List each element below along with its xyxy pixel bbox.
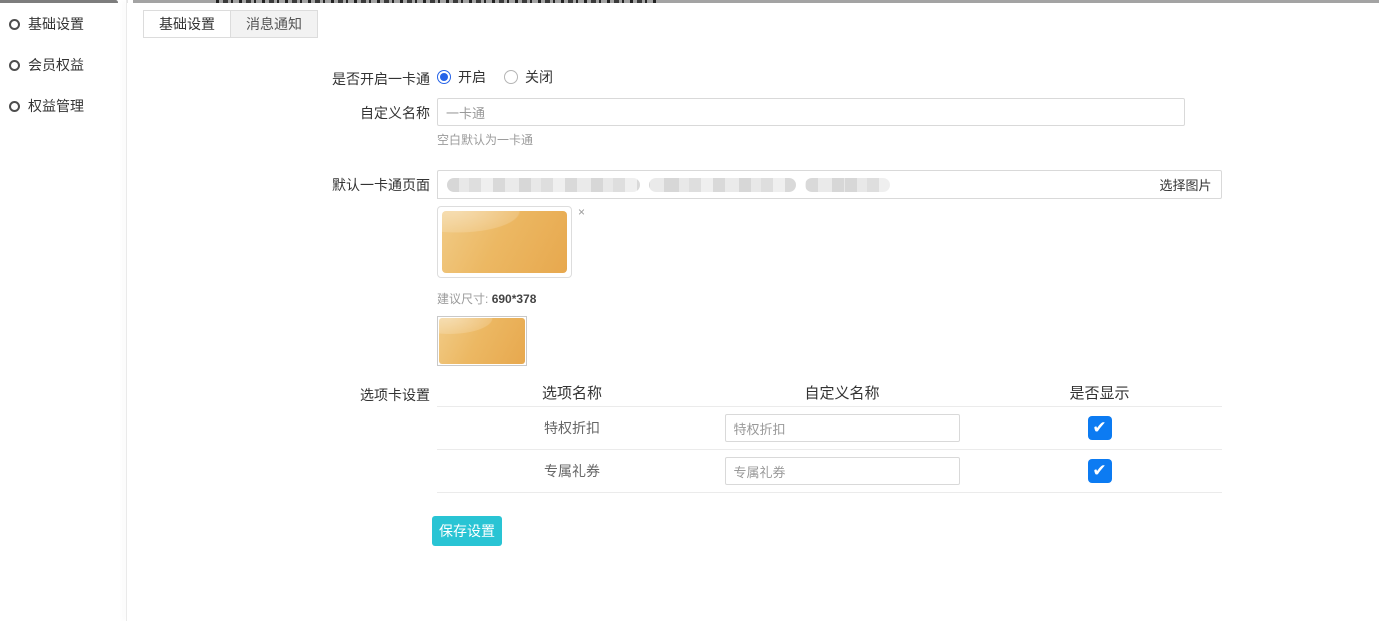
radio-unselected-icon[interactable]	[504, 70, 518, 84]
thumbnail-small	[437, 316, 527, 366]
close-icon[interactable]: ×	[578, 206, 585, 218]
radio-label: 关闭	[525, 67, 553, 87]
col-header-option-name: 选项名称	[437, 382, 707, 403]
image-preview-wrap	[437, 206, 572, 278]
sidebar-item-basic-settings[interactable]: 基础设置	[0, 16, 127, 32]
option-custom-name-input[interactable]	[725, 457, 960, 485]
option-name: 特权折扣	[437, 418, 707, 438]
custom-name-input[interactable]	[437, 98, 1185, 126]
radio-option-off[interactable]: 关闭	[504, 67, 553, 87]
form-label: 选项卡设置	[127, 378, 430, 405]
radio-group: 开启 关闭	[437, 64, 553, 87]
redacted-text-block	[649, 178, 796, 192]
table-header-row: 选项名称 自定义名称 是否显示	[437, 378, 1222, 407]
size-hint: 建议尺寸: 690*378	[437, 290, 536, 307]
options-table: 选项名称 自定义名称 是否显示 特权折扣 ✔ 专属礼券 ✔	[437, 378, 1222, 493]
image-path-input[interactable]	[437, 170, 1150, 199]
visible-checkbox-checked[interactable]: ✔	[1088, 416, 1112, 440]
form-row-tab-options: 选项卡设置 选项名称 自定义名称 是否显示 特权折扣 ✔ 专属礼券 ✔	[127, 378, 1222, 493]
gold-card-image	[442, 211, 567, 273]
circle-icon	[9, 60, 20, 71]
radio-selected-icon[interactable]	[437, 70, 451, 84]
tab-bar: 基础设置 消息通知	[143, 10, 318, 38]
select-image-button[interactable]: 选择图片	[1150, 170, 1222, 199]
size-hint-value: 690*378	[492, 292, 537, 306]
sidebar-item-member-benefits[interactable]: 会员权益	[0, 57, 127, 73]
circle-icon	[9, 19, 20, 30]
radio-label: 开启	[458, 67, 486, 87]
sidebar: 基础设置 会员权益 权益管理	[0, 3, 127, 621]
save-settings-button[interactable]: 保存设置	[432, 516, 502, 546]
redacted-text-block	[805, 178, 890, 192]
form-row-default-page: 默认一卡通页面 选择图片	[127, 170, 1222, 199]
image-path-group: 选择图片	[437, 170, 1222, 199]
col-header-visible: 是否显示	[977, 382, 1222, 403]
radio-option-on[interactable]: 开启	[437, 67, 486, 87]
main-content: 基础设置 消息通知 是否开启一卡通 开启 关闭 自定义名称 空白默认为一卡通 默…	[127, 3, 1379, 621]
form-row-enable: 是否开启一卡通 开启 关闭	[127, 64, 553, 89]
table-row: 专属礼券 ✔	[437, 450, 1222, 493]
image-preview-box	[437, 206, 572, 278]
form-row-custom-name: 自定义名称 空白默认为一卡通	[127, 98, 1185, 148]
form-label: 自定义名称	[127, 98, 430, 123]
col-header-custom-name: 自定义名称	[707, 382, 977, 403]
circle-icon	[9, 101, 20, 112]
redacted-text-block	[447, 178, 640, 192]
sidebar-item-label: 基础设置	[28, 14, 84, 34]
size-hint-label: 建议尺寸:	[437, 292, 488, 306]
form-label: 默认一卡通页面	[127, 170, 430, 195]
option-name: 专属礼券	[437, 461, 707, 481]
option-custom-name-input[interactable]	[725, 414, 960, 442]
custom-name-hint: 空白默认为一卡通	[437, 131, 1185, 148]
tab-basic-settings[interactable]: 基础设置	[143, 10, 230, 38]
tab-message-notify[interactable]: 消息通知	[230, 10, 318, 38]
table-row: 特权折扣 ✔	[437, 407, 1222, 450]
gold-card-image	[439, 318, 525, 364]
sidebar-item-label: 会员权益	[28, 55, 84, 75]
form-label: 是否开启一卡通	[127, 64, 430, 89]
sidebar-item-label: 权益管理	[28, 96, 84, 116]
visible-checkbox-checked[interactable]: ✔	[1088, 459, 1112, 483]
sidebar-item-benefit-management[interactable]: 权益管理	[0, 98, 127, 114]
